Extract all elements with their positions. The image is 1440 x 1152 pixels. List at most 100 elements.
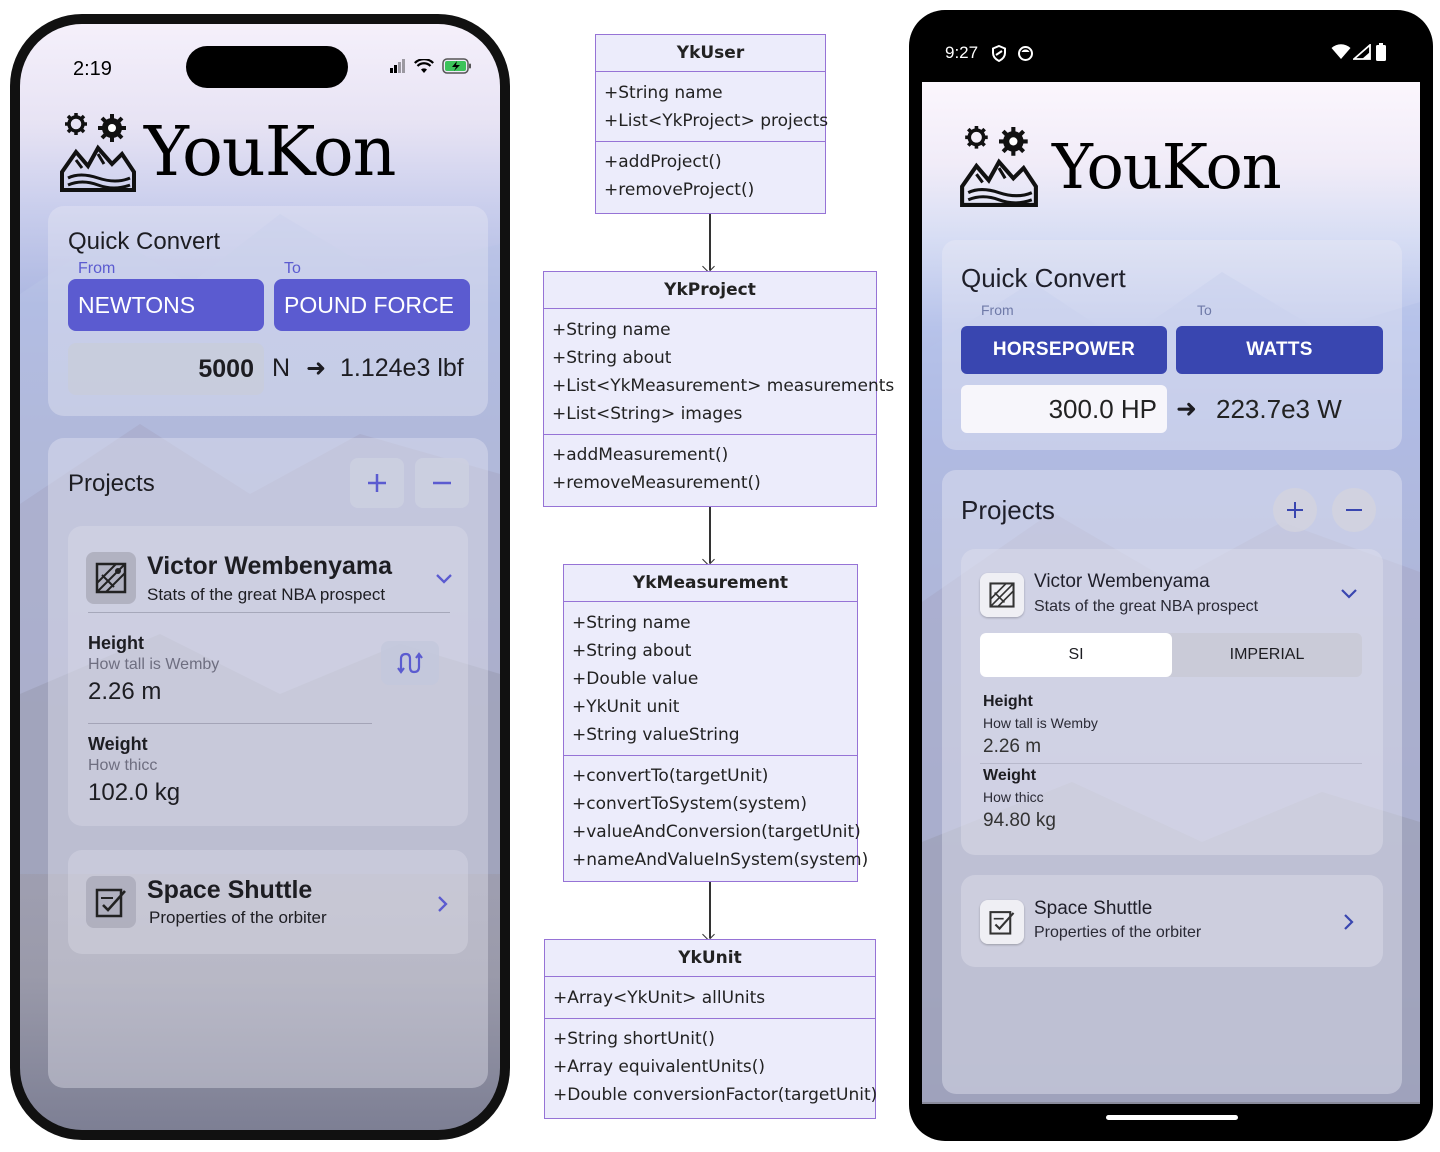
remove-project-button[interactable]: [415, 458, 469, 508]
uml-attribute: +String name: [604, 83, 723, 103]
plus-icon: [1287, 502, 1303, 518]
dynamic-island: [186, 46, 348, 88]
from-label: From: [78, 260, 116, 277]
uml-attribute: +String valueString: [572, 725, 740, 745]
measurement-name: Weight: [983, 767, 1037, 784]
youkon-logo-icon: [60, 113, 136, 192]
sync-icon: [1018, 46, 1033, 61]
value-input[interactable]: 300.0 HP: [961, 385, 1167, 433]
measurement-value: 94.80 kg: [983, 810, 1056, 831]
toggle-units-button[interactable]: [381, 641, 439, 685]
battery-charging-icon: [442, 58, 471, 74]
project-description: Properties of the orbiter: [1034, 924, 1202, 941]
uml-attribute: +Double value: [572, 669, 699, 689]
quick-convert-title: Quick Convert: [68, 228, 221, 255]
minus-icon: [433, 481, 451, 485]
status-time: 2:19: [73, 58, 112, 80]
uml-arrow: [709, 882, 711, 938]
status-time: 9:27: [945, 43, 979, 62]
battery-icon: [1376, 43, 1386, 61]
uml-attributes: +String name +String about +List<YkMeasu…: [544, 309, 895, 435]
uml-methods: +String shortUnit() +Array equivalentUni…: [545, 1019, 878, 1109]
chevron-right-icon[interactable]: [1343, 913, 1355, 931]
uml-method: +convertTo(targetUnit): [572, 766, 769, 786]
project-name[interactable]: Space Shuttle: [1034, 898, 1152, 920]
uml-class-name: YkMeasurement: [564, 565, 857, 602]
segment-si[interactable]: SI: [980, 633, 1172, 677]
cell-signal-icon: [1353, 44, 1371, 60]
chevron-down-icon[interactable]: [1340, 588, 1358, 600]
uml-arrow: [709, 507, 711, 563]
uml-class-name: YkUser: [596, 35, 825, 72]
uml-attribute: +String about: [552, 348, 672, 368]
home-indicator[interactable]: [1106, 1115, 1238, 1120]
shield-icon: [992, 45, 1006, 62]
uml-arrow: [709, 214, 711, 270]
uml-class-ykproject: YkProject +String name +String about +Li…: [543, 271, 895, 507]
remove-project-button[interactable]: [1332, 488, 1376, 532]
measurement-name: Weight: [88, 734, 148, 754]
uml-attribute: +List<YkProject> projects: [604, 111, 829, 131]
to-unit-button[interactable]: WATTS: [1176, 326, 1383, 374]
project-card-space-shuttle[interactable]: [961, 875, 1383, 967]
app-logo: YouKon: [958, 125, 1282, 207]
chevron-down-icon[interactable]: [434, 572, 454, 586]
uml-attribute: +List<YkMeasurement> measurements: [552, 376, 895, 396]
uml-class-ykuser: YkUser +String name +List<YkProject> pro…: [595, 34, 829, 214]
measurement-about: How thicc: [88, 757, 158, 774]
segment-imperial[interactable]: IMPERIAL: [1172, 633, 1362, 677]
uml-method: +String shortUnit(): [553, 1029, 715, 1049]
uml-class-name: YkUnit: [545, 940, 875, 977]
project-name[interactable]: Victor Wembenyama: [147, 552, 392, 581]
measurement-name: Height: [983, 693, 1033, 710]
uml-attribute: +String name: [572, 613, 691, 633]
from-label: From: [981, 302, 1014, 318]
add-project-button[interactable]: [350, 458, 404, 508]
uml-method: +removeProject(): [604, 180, 755, 200]
measurement-value: 102.0 kg: [88, 779, 181, 806]
uml-class-name: YkProject: [544, 272, 876, 309]
chevron-right-icon[interactable]: [436, 894, 450, 914]
measurement-value: 2.26 m: [88, 678, 162, 705]
to-unit-button[interactable]: POUND FORCE: [274, 279, 470, 331]
app-wordmark: YouKon: [1052, 129, 1282, 203]
ios-screen: 2:19 YouKon Quick Convert From To NEWTON…: [20, 24, 500, 1130]
uml-attribute: +Array<YkUnit> allUnits: [553, 988, 766, 1008]
to-label: To: [284, 260, 301, 277]
from-unit-button[interactable]: HORSEPOWER: [961, 326, 1167, 374]
arrow-right-icon: ➜: [306, 355, 327, 382]
divider: [88, 612, 450, 613]
project-name[interactable]: Victor Wembenyama: [1034, 571, 1210, 593]
uml-attribute: +String name: [552, 320, 671, 340]
android-frame: 9:27 YouKon Quick Convert From To HORSEP…: [909, 10, 1433, 1141]
divider: [980, 763, 1362, 764]
divider: [88, 723, 372, 724]
uml-attributes: +Array<YkUnit> allUnits: [545, 977, 875, 1019]
uml-attributes: +String name +String about +Double value…: [564, 602, 857, 756]
youkon-logo-icon: [960, 126, 1038, 207]
uml-method: +addProject(): [604, 152, 722, 172]
uml-methods: +convertTo(targetUnit) +convertToSystem(…: [564, 756, 869, 874]
measurement-about: How thicc: [983, 789, 1044, 805]
projects-title: Projects: [68, 470, 155, 497]
uml-attribute: +List<String> images: [552, 404, 743, 424]
minus-icon: [1346, 509, 1362, 511]
project-name[interactable]: Space Shuttle: [147, 876, 312, 905]
android-screen: YouKon Quick Convert From To HORSEPOWER …: [922, 82, 1420, 1104]
conversion-result: 1.124e3 lbf: [340, 354, 464, 382]
value-input[interactable]: 5000: [68, 343, 264, 395]
projects-title: Projects: [961, 495, 1055, 525]
iphone-frame: 2:19 YouKon Quick Convert From To NEWTON…: [10, 14, 510, 1140]
uml-method: +nameAndValueInSystem(system): [572, 850, 869, 870]
project-image-icon: [86, 876, 136, 928]
uml-method: +convertToSystem(system): [572, 794, 807, 814]
quick-convert-title: Quick Convert: [961, 263, 1126, 293]
arrow-right-icon: ➜: [1176, 395, 1197, 423]
project-description: Stats of the great NBA prospect: [1034, 598, 1259, 615]
from-unit-button[interactable]: NEWTONS: [68, 279, 264, 331]
project-description: Properties of the orbiter: [149, 908, 327, 927]
measurement-about: How tall is Wemby: [983, 715, 1098, 731]
conversion-result: 223.7e3 W: [1216, 394, 1342, 424]
uml-method: +Double conversionFactor(targetUnit): [553, 1085, 878, 1105]
add-project-button[interactable]: [1273, 488, 1317, 532]
